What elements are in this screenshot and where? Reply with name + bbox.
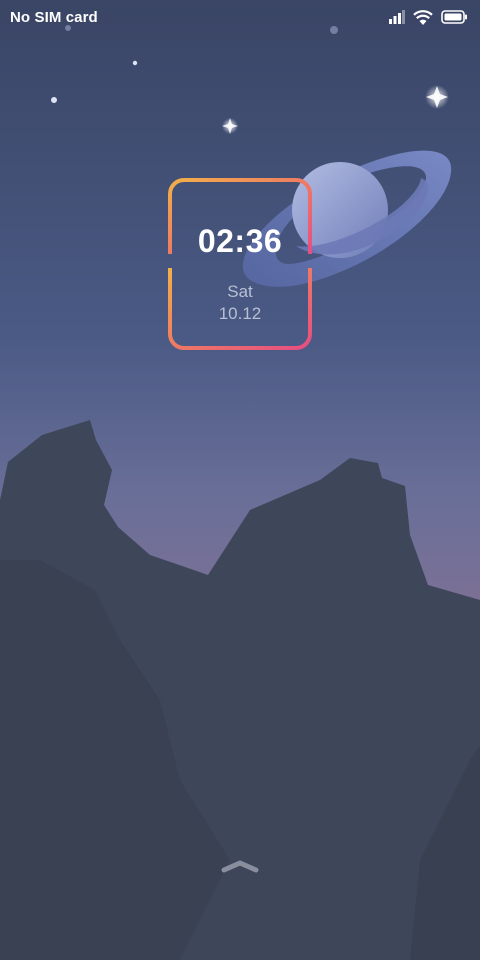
clock-date: 10.12 — [218, 304, 262, 323]
status-icons — [389, 8, 468, 26]
wallpaper-illustration — [0, 0, 480, 960]
clock-time: 02:36 — [197, 223, 283, 259]
battery-icon — [441, 10, 467, 24]
unlock-swipe-handle[interactable] — [218, 858, 262, 878]
carrier-label: No SIM card — [10, 9, 98, 26]
signal-icon — [389, 10, 405, 24]
clock-frame — [168, 178, 312, 350]
wifi-icon — [413, 9, 433, 25]
lock-clock-widget: 02:36 Sat 10.12 — [168, 178, 312, 350]
status-bar: No SIM card — [0, 0, 480, 34]
lock-screen: No SIM card 02:36 Sat 10.12 — [0, 0, 480, 960]
chevron-up-icon — [221, 860, 259, 873]
clock-day: Sat — [227, 282, 253, 301]
